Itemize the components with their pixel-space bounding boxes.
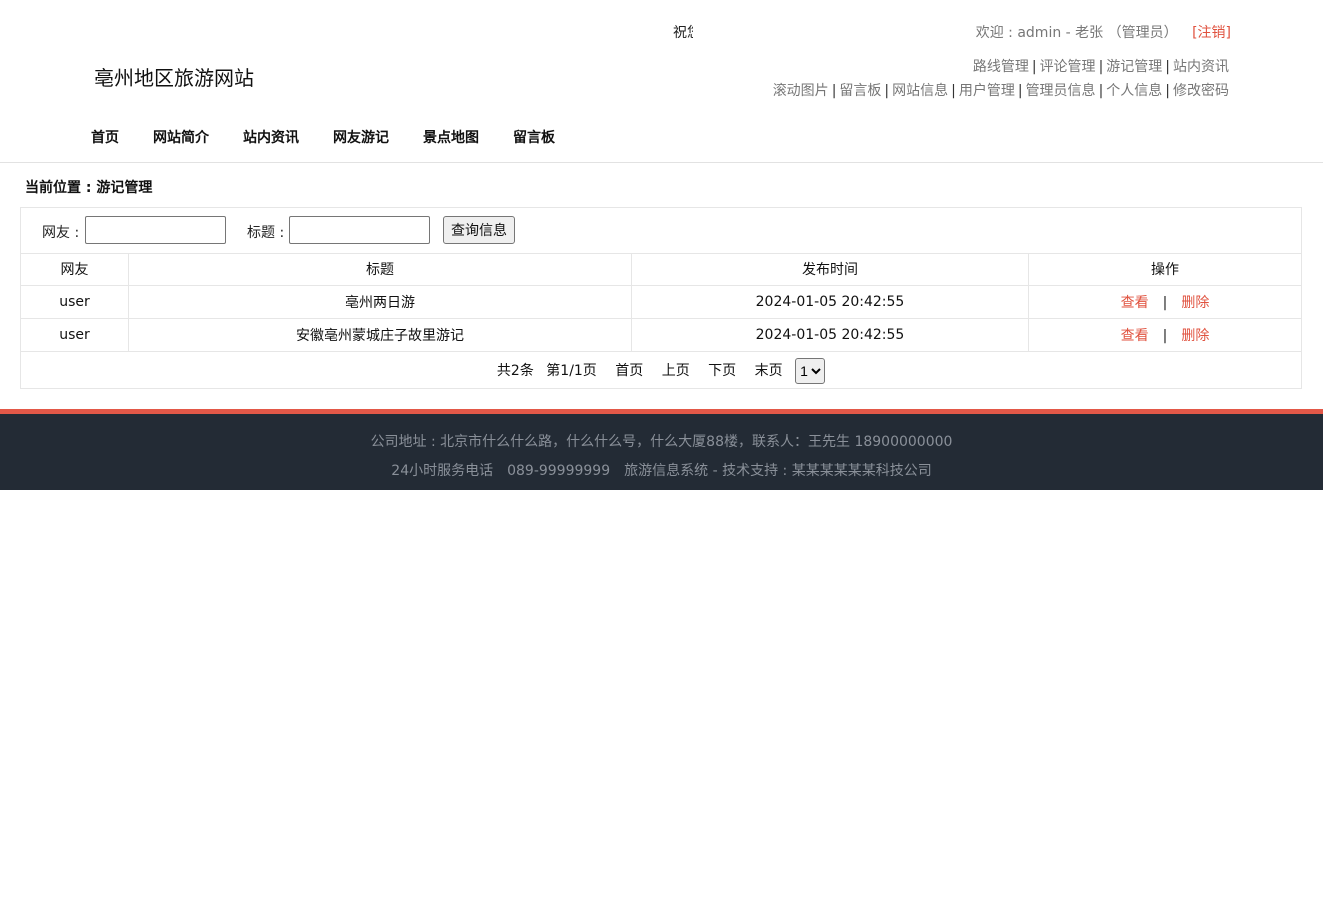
search-bar: 网友 : 标题 : 查询信息 <box>21 208 1301 254</box>
scrolling-notice: 祝您旅途愉快 <box>673 25 693 41</box>
cell-title: 安徽亳州蒙城庄子故里游记 <box>128 318 632 352</box>
pager-next[interactable]: 下页 <box>708 353 736 389</box>
admin-link-guestbook[interactable]: 留言板 <box>839 83 881 99</box>
cell-title: 亳州两日游 <box>128 285 632 319</box>
breadcrumb: 当前位置 : 游记管理 <box>25 180 153 196</box>
cell-time: 2024-01-05 20:42:55 <box>631 285 1029 319</box>
admin-link-route[interactable]: 路线管理 <box>973 59 1029 75</box>
title-filter-input[interactable] <box>289 216 430 244</box>
travelogue-table: 网友 标题 发布时间 操作 user 亳州两日游 2024-01-05 20:4… <box>21 253 1301 352</box>
view-link[interactable]: 查看 <box>1121 328 1149 344</box>
title-filter-label: 标题 : <box>247 225 285 241</box>
cell-actions: 查看 | 删除 <box>1028 285 1301 319</box>
admin-links-row-1: 路线管理 | 评论管理 | 游记管理 | 站内资讯 <box>972 59 1229 75</box>
cell-user: user <box>21 318 129 352</box>
nav-guestbook[interactable]: 留言板 <box>513 127 555 147</box>
footer-address: 公司地址 : 北京市什么什么路，什么什么号，什么大厦88楼，联系人：王先生 18… <box>370 434 953 450</box>
nav-about[interactable]: 网站简介 <box>153 127 209 147</box>
admin-links-row-2: 滚动图片 | 留言板 | 网站信息 | 用户管理 | 管理员信息 | 个人信息 | 修改密码 <box>772 83 1229 99</box>
travelogue-panel: 网友 : 标题 : 查询信息 网友 标题 发布时间 操作 user 亳州两日游 … <box>20 207 1302 389</box>
col-title: 标题 <box>128 253 632 286</box>
admin-link-users[interactable]: 用户管理 <box>959 83 1015 99</box>
nav-map[interactable]: 景点地图 <box>423 127 479 147</box>
admin-link-slides[interactable]: 滚动图片 <box>773 83 829 99</box>
site-title: 亳州地区旅游网站 <box>94 66 254 90</box>
view-link[interactable]: 查看 <box>1121 295 1149 311</box>
footer-contact: 24小时服务电话 089-99999999 旅游信息系统 - 技术支持 : 某某… <box>391 463 932 479</box>
cell-user: user <box>21 285 129 319</box>
admin-link-admins[interactable]: 管理员信息 <box>1026 83 1096 99</box>
user-filter-label: 网友 : <box>42 225 80 241</box>
nav-travelogues[interactable]: 网友游记 <box>333 127 389 147</box>
user-filter-input[interactable] <box>85 216 226 244</box>
admin-link-password[interactable]: 修改密码 <box>1173 83 1229 99</box>
site-header: 亳州地区旅游网站 祝您旅途愉快 欢迎 : admin - 老张 （管理员） [注… <box>0 0 1323 163</box>
logout-link[interactable]: [注销] <box>1192 25 1231 41</box>
table-row: user 安徽亳州蒙城庄子故里游记 2024-01-05 20:42:55 查看… <box>21 318 1301 352</box>
pager-first[interactable]: 首页 <box>615 353 643 389</box>
delete-link[interactable]: 删除 <box>1181 295 1209 311</box>
admin-link-comment[interactable]: 评论管理 <box>1040 59 1096 75</box>
col-user: 网友 <box>21 253 129 286</box>
delete-link[interactable]: 删除 <box>1181 328 1209 344</box>
site-footer: 公司地址 : 北京市什么什么路，什么什么号，什么大厦88楼，联系人：王先生 18… <box>0 409 1323 490</box>
table-header-row: 网友 标题 发布时间 操作 <box>21 253 1301 286</box>
welcome-bar: 欢迎 : admin - 老张 （管理员） [注销] <box>976 22 1231 42</box>
welcome-text: 欢迎 : admin - 老张 （管理员） <box>975 25 1178 41</box>
col-actions: 操作 <box>1028 253 1301 286</box>
admin-link-site-info[interactable]: 网站信息 <box>892 83 948 99</box>
cell-time: 2024-01-05 20:42:55 <box>631 318 1029 352</box>
admin-link-profile[interactable]: 个人信息 <box>1106 83 1162 99</box>
pager-total: 共2条 <box>496 363 534 379</box>
pager-last[interactable]: 末页 <box>755 353 783 389</box>
admin-link-news[interactable]: 站内资讯 <box>1173 59 1229 75</box>
pager-page: 第1/1页 <box>546 363 597 379</box>
main-nav: 首页 网站简介 站内资讯 网友游记 景点地图 留言板 <box>91 127 589 147</box>
page-select[interactable]: 1 <box>795 358 826 384</box>
nav-news[interactable]: 站内资讯 <box>243 127 299 147</box>
table-row: user 亳州两日游 2024-01-05 20:42:55 查看 | 删除 <box>21 285 1301 319</box>
pager-prev[interactable]: 上页 <box>662 353 690 389</box>
pagination: 共2条 第1/1页 首页 上页 下页 末页 1 <box>21 353 1301 389</box>
search-button[interactable]: 查询信息 <box>443 216 515 244</box>
col-time: 发布时间 <box>631 253 1029 286</box>
admin-link-travelogue[interactable]: 游记管理 <box>1106 59 1162 75</box>
nav-home[interactable]: 首页 <box>91 127 119 147</box>
cell-actions: 查看 | 删除 <box>1028 318 1301 352</box>
